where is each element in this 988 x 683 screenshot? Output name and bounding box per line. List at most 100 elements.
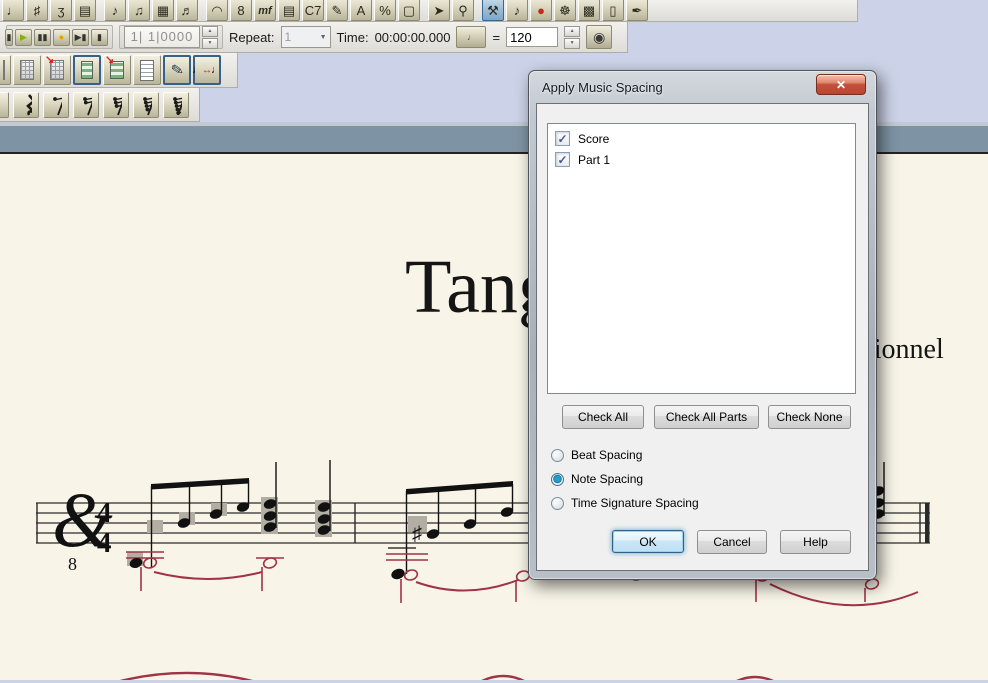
clef-octave-mark: 8 bbox=[68, 554, 77, 574]
check-none-button[interactable]: Check None bbox=[768, 405, 851, 429]
page-layout-tool-icon[interactable]: ▢ bbox=[398, 0, 420, 21]
parts-listbox[interactable]: ✓Score✓Part 1 bbox=[547, 123, 856, 394]
forward-button[interactable]: ▶▮ bbox=[72, 29, 89, 46]
note-mover-tool-icon: ♪ bbox=[514, 4, 521, 17]
record-button[interactable]: ● bbox=[53, 29, 70, 46]
mirror-tool-icon: ▯ bbox=[609, 4, 616, 17]
page-edit-tool-button[interactable]: ✎ bbox=[163, 55, 191, 85]
keyboard-entry-tool-icon: ▦ bbox=[157, 4, 169, 17]
svg-text:♯: ♯ bbox=[412, 523, 422, 545]
chord-tool-icon[interactable]: C7 bbox=[302, 0, 324, 21]
document-options-button[interactable] bbox=[133, 55, 161, 85]
quarter-rest-button[interactable] bbox=[13, 92, 39, 118]
slur-tool-icon[interactable]: ◠ bbox=[206, 0, 228, 21]
document-options-button-icon bbox=[140, 60, 154, 81]
counter-group: 1| 1|0000 ▲ ▼ bbox=[119, 25, 223, 49]
checkbox-score[interactable]: ✓ bbox=[555, 131, 570, 146]
zoom-tool-icon[interactable]: ⚲ bbox=[452, 0, 474, 21]
graphics-tool-icon[interactable]: ✒ bbox=[626, 0, 648, 21]
repeat-dropdown[interactable]: 1 ▼ bbox=[281, 26, 331, 48]
onetwentyeighth-rest-button[interactable] bbox=[163, 92, 189, 118]
measure-2-notes: ♯ bbox=[388, 481, 514, 581]
play-button[interactable]: ▶ bbox=[15, 29, 32, 46]
radio-beat-spacing[interactable]: Beat Spacing bbox=[551, 447, 642, 463]
repeat-tool-icon[interactable]: % bbox=[374, 0, 396, 21]
simple-entry-tool-icon: ♪ bbox=[112, 4, 119, 17]
tempo-input[interactable] bbox=[506, 27, 558, 47]
sixteenth-rest-button[interactable] bbox=[73, 92, 99, 118]
spin-down-icon[interactable]: ▼ bbox=[202, 38, 218, 49]
note-tool-icon[interactable]: ♩ bbox=[2, 0, 24, 21]
radio-button-icon[interactable] bbox=[551, 473, 564, 486]
staff-view-tool-button[interactable] bbox=[73, 55, 101, 85]
grid-tool-button[interactable] bbox=[13, 55, 41, 85]
slur-tool-icon: ◠ bbox=[211, 4, 222, 17]
staff-edit-tool-button-icon bbox=[110, 61, 124, 79]
dynamics-tool-icon[interactable]: mf bbox=[254, 0, 276, 21]
staff-paper-tool-icon[interactable]: ▤ bbox=[74, 0, 96, 21]
check-all-parts-button[interactable]: Check All Parts bbox=[654, 405, 759, 429]
octave-tool-icon[interactable]: 8 bbox=[230, 0, 252, 21]
note-tool-icon: ♩ bbox=[7, 4, 20, 17]
score-settings-tool-icon: ▩ bbox=[583, 4, 595, 17]
cancel-button[interactable]: Cancel bbox=[697, 530, 767, 554]
list-item[interactable]: ✓ Part 1 bbox=[548, 149, 855, 170]
transport-group: ▮▶▮▮●▶▮▮ bbox=[6, 25, 113, 49]
repeat-label: Repeat: bbox=[229, 30, 275, 45]
music-spacing-tool-button[interactable]: ♩↔♩ bbox=[193, 55, 221, 85]
time-value: 00:00:00.000 bbox=[375, 30, 451, 45]
spin-up-icon[interactable]: ▲ bbox=[202, 26, 218, 37]
special-tools-icon: ✎ bbox=[332, 4, 343, 17]
note-mover-tool-icon[interactable]: ♪ bbox=[506, 0, 528, 21]
bass-clef-tool-icon[interactable]: ʒ bbox=[50, 0, 72, 21]
selection-tool-icon[interactable]: ➤ bbox=[428, 0, 450, 21]
radio-label: Beat Spacing bbox=[571, 448, 642, 462]
bass-clef-tool-icon: ʒ bbox=[57, 4, 64, 17]
playback-controls-bar: ▮▶▮▮●▶▮▮ 1| 1|0000 ▲ ▼ Repeat: 1 ▼ Time:… bbox=[0, 22, 628, 53]
list-item[interactable]: ✓Score bbox=[548, 128, 855, 149]
spin-down-icon[interactable]: ▼ bbox=[564, 38, 580, 49]
tempo-unit-button[interactable]: ♩ bbox=[456, 26, 486, 48]
help-button[interactable]: Help bbox=[780, 530, 851, 554]
close-button[interactable]: ✕ bbox=[816, 74, 866, 95]
rewind-button[interactable]: ▮ bbox=[5, 29, 13, 46]
sixtyfourth-rest-button[interactable] bbox=[133, 92, 159, 118]
special-tools-icon[interactable]: ✎ bbox=[326, 0, 348, 21]
radio-button-icon[interactable] bbox=[551, 449, 564, 462]
radio-label: Time Signature Spacing bbox=[571, 496, 699, 510]
part-label: Part 1 bbox=[578, 153, 610, 167]
measure-counter[interactable]: 1| 1|0000 bbox=[124, 26, 200, 48]
checkbox-part-1[interactable]: ✓ bbox=[555, 152, 570, 167]
ok-button[interactable]: OK bbox=[612, 530, 684, 553]
grace-note-tool-icon[interactable]: ♫ bbox=[128, 0, 150, 21]
color-wheel-tool-icon[interactable]: ☸ bbox=[554, 0, 576, 21]
color-wheel-tool-icon: ☸ bbox=[559, 4, 571, 17]
staff-view-tool-button-icon bbox=[81, 61, 93, 79]
simple-entry-tool-icon[interactable]: ♪ bbox=[104, 0, 126, 21]
playback-settings-tool-icon[interactable]: ⚒ bbox=[482, 0, 504, 21]
staff-lines-tool-icon[interactable]: ▤ bbox=[278, 0, 300, 21]
speaker-button[interactable]: ◉ bbox=[586, 25, 612, 49]
grid-edit-tool-button[interactable]: ↘ bbox=[43, 55, 71, 85]
score-settings-tool-icon[interactable]: ▩ bbox=[578, 0, 600, 21]
keyboard-entry-tool-icon[interactable]: ▦ bbox=[152, 0, 174, 21]
apply-music-spacing-dialog: Apply Music Spacing ✕ ✓Score✓Part 1 Chec… bbox=[528, 70, 877, 580]
radio-time-signature-spacing[interactable]: Time Signature Spacing bbox=[551, 495, 699, 511]
text-tool-icon[interactable]: A bbox=[350, 0, 372, 21]
palette-partial-button[interactable] bbox=[0, 55, 11, 85]
apple-tool-icon[interactable]: ● bbox=[530, 0, 552, 21]
staff-edit-tool-button[interactable]: ↘ bbox=[103, 55, 131, 85]
beamed-notes-tool-icon[interactable]: ♬ bbox=[176, 0, 198, 21]
check-all-button[interactable]: Check All bbox=[562, 405, 644, 429]
spin-up-icon[interactable]: ▲ bbox=[564, 26, 580, 37]
radio-button-icon[interactable] bbox=[551, 497, 564, 510]
stop-button[interactable]: ▮ bbox=[91, 29, 108, 46]
sharp-tool-icon[interactable]: ♯ bbox=[26, 0, 48, 21]
thirtysecond-rest-button[interactable] bbox=[103, 92, 129, 118]
tempo-spinner: ▲ ▼ bbox=[564, 26, 580, 49]
radio-note-spacing[interactable]: Note Spacing bbox=[551, 471, 643, 487]
rest-partial-button[interactable] bbox=[0, 92, 9, 118]
mirror-tool-icon[interactable]: ▯ bbox=[602, 0, 624, 21]
pause-button[interactable]: ▮▮ bbox=[34, 29, 51, 46]
eighth-rest-button[interactable] bbox=[43, 92, 69, 118]
